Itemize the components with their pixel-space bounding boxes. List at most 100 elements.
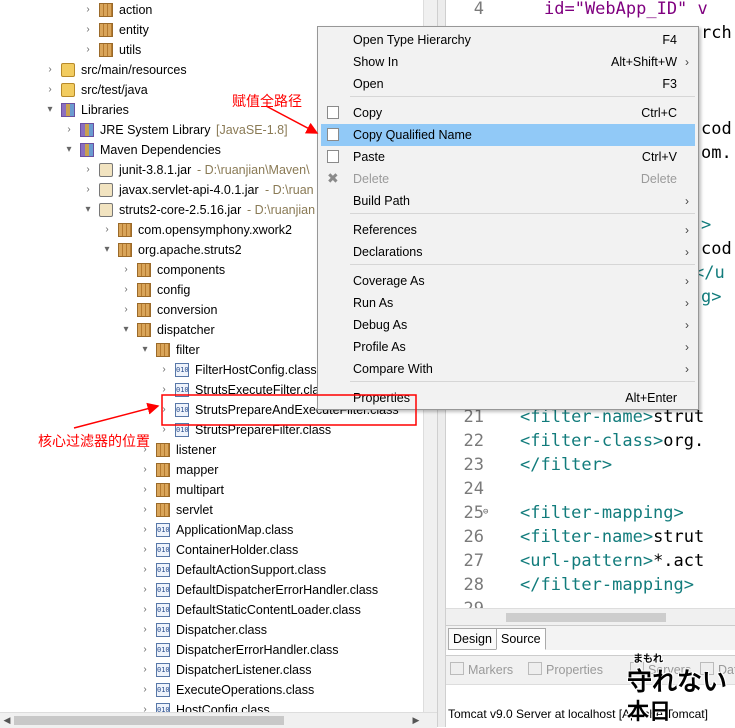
tree-row[interactable]: › 010 DefaultActionSupport.class [0,560,423,580]
tab-markers[interactable]: Markers [450,662,513,677]
expand-arrow-icon[interactable]: › [82,40,94,60]
xml-tag: </filter-mapping> [520,575,694,595]
tree-row[interactable]: › 010 DefaultStaticContentLoader.class [0,600,423,620]
tree-row[interactable]: › 010 Dispatcher.class [0,620,423,640]
expand-arrow-icon[interactable]: › [139,580,151,600]
menu-item-show-in[interactable]: Show In Alt+Shift+W › [321,51,695,73]
code-line[interactable]: </filter-mapping> [520,573,694,597]
expand-arrow-icon[interactable]: › [158,380,170,400]
code-fragment: g> [701,287,722,307]
tree-row[interactable]: › 010 DispatcherListener.class [0,660,423,680]
expand-arrow-icon[interactable]: › [139,540,151,560]
menu-item-run-as[interactable]: Run As › [321,292,695,314]
menu-item-build-path[interactable]: Build Path › [321,190,695,212]
expand-arrow-icon[interactable]: › [82,180,94,200]
menu-item-copy-qualified-name[interactable]: Copy Qualified Name [321,124,695,146]
menu-item-label: Run As [353,296,394,310]
menu-item-profile-as[interactable]: Profile As › [321,336,695,358]
tree-row-label: StrutsPrepareFilter.class [195,423,332,437]
server-list-row[interactable]: Tomcat v9.0 Server at localhost [Apache … [446,705,735,727]
tree-row[interactable]: › 010 ApplicationMap.class [0,520,423,540]
collapse-arrow-icon[interactable]: ▾ [63,140,75,160]
package-icon [137,263,151,277]
menu-item-declarations[interactable]: Declarations › [321,241,695,263]
menu-item-coverage-as[interactable]: Coverage As › [321,270,695,292]
collapse-arrow-icon[interactable]: ▾ [120,320,132,340]
expand-arrow-icon[interactable]: › [82,0,94,20]
class-file-icon: 010 [175,423,189,437]
code-line[interactable]: <filter-name>strut [520,525,704,549]
tab-source[interactable]: Source [496,628,546,650]
menu-item-paste[interactable]: Paste Ctrl+V [321,146,695,168]
menu-item-properties[interactable]: Properties Alt+Enter [321,387,695,409]
expand-arrow-icon[interactable]: › [139,460,151,480]
expand-arrow-icon[interactable]: › [139,480,151,500]
tree-row[interactable]: › 010 DefaultDispatcherErrorHandler.class [0,580,423,600]
scroll-thumb[interactable] [506,613,666,622]
collapse-arrow-icon[interactable]: ▾ [101,240,113,260]
expand-arrow-icon[interactable]: › [139,640,151,660]
expand-arrow-icon[interactable]: › [158,420,170,440]
tree-row[interactable]: › 010 ExecuteOperations.class [0,680,423,700]
collapse-arrow-icon[interactable]: ▾ [44,100,56,120]
tree-row[interactable]: › multipart [0,480,423,500]
menu-item-shortcut: F3 [662,77,677,91]
tree-row-label: Libraries [81,103,129,117]
menu-item-delete[interactable]: ✖ Delete Delete [321,168,695,190]
class-file-icon: 010 [156,703,170,712]
tree-horizontal-scrollbar[interactable]: ◀ ▶ [0,712,437,728]
menu-item-debug-as[interactable]: Debug As › [321,314,695,336]
tab-design[interactable]: Design [448,628,497,650]
expand-arrow-icon[interactable]: › [82,20,94,40]
tree-row[interactable]: › 010 DispatcherErrorHandler.class [0,640,423,660]
expand-arrow-icon[interactable]: › [139,700,151,712]
expand-arrow-icon[interactable]: › [120,260,132,280]
scroll-left-icon[interactable]: ◀ [0,713,14,728]
tree-row[interactable]: › servlet [0,500,423,520]
tree-row[interactable]: › action [0,0,423,20]
expand-arrow-icon[interactable]: › [101,220,113,240]
expand-arrow-icon[interactable]: › [158,360,170,380]
context-menu: Open Type Hierarchy F4 Show In Alt+Shift+W ›… [317,26,699,410]
xml-text: strut [653,527,705,547]
expand-arrow-icon[interactable]: › [44,80,56,100]
tree-row[interactable]: › 010 ContainerHolder.class [0,540,423,560]
line-number: 27 [463,551,484,571]
menu-item-references[interactable]: References › [321,219,695,241]
expand-arrow-icon[interactable]: › [139,600,151,620]
expand-arrow-icon[interactable]: › [120,280,132,300]
code-line[interactable]: <filter-mapping> [520,501,684,525]
expand-arrow-icon[interactable]: › [63,120,75,140]
tree-row-label: action [119,3,153,17]
paste-icon [327,150,339,163]
expand-arrow-icon[interactable]: › [139,560,151,580]
editor-horizontal-scrollbar[interactable] [446,608,735,625]
collapse-arrow-icon[interactable]: ▾ [82,200,94,220]
menu-item-compare-with[interactable]: Compare With › [321,358,695,380]
scroll-right-icon[interactable]: ▶ [409,713,423,728]
expand-arrow-icon[interactable]: › [158,400,170,420]
tab-properties[interactable]: Properties [528,662,603,677]
code-line[interactable]: <url-pattern>*.act [520,549,704,573]
expand-arrow-icon[interactable]: › [139,680,151,700]
expand-arrow-icon[interactable]: › [44,60,56,80]
fold-toggle-icon[interactable]: ⊖ [483,507,488,517]
collapse-arrow-icon[interactable]: ▾ [139,340,151,360]
scroll-thumb[interactable] [14,716,284,725]
expand-arrow-icon[interactable]: › [120,300,132,320]
expand-arrow-icon[interactable]: › [82,160,94,180]
expand-arrow-icon[interactable]: › [139,660,151,680]
expand-arrow-icon[interactable]: › [139,500,151,520]
menu-item-shortcut: Ctrl+C [641,106,677,120]
expand-arrow-icon[interactable]: › [139,620,151,640]
menu-item-shortcut: F4 [662,33,677,47]
code-line[interactable]: </filter> [520,453,612,477]
tree-row[interactable]: › 010 HostConfig.class [0,700,423,712]
code-line[interactable]: <filter-class>org. [520,429,704,453]
expand-arrow-icon[interactable]: › [139,520,151,540]
menu-item-open[interactable]: Open F3 [321,73,695,95]
tree-row[interactable]: › mapper [0,460,423,480]
menu-item-open-type-hierarchy[interactable]: Open Type Hierarchy F4 [321,29,695,51]
menu-item-copy[interactable]: Copy Ctrl+C [321,102,695,124]
tree-row-label: entity [119,23,149,37]
